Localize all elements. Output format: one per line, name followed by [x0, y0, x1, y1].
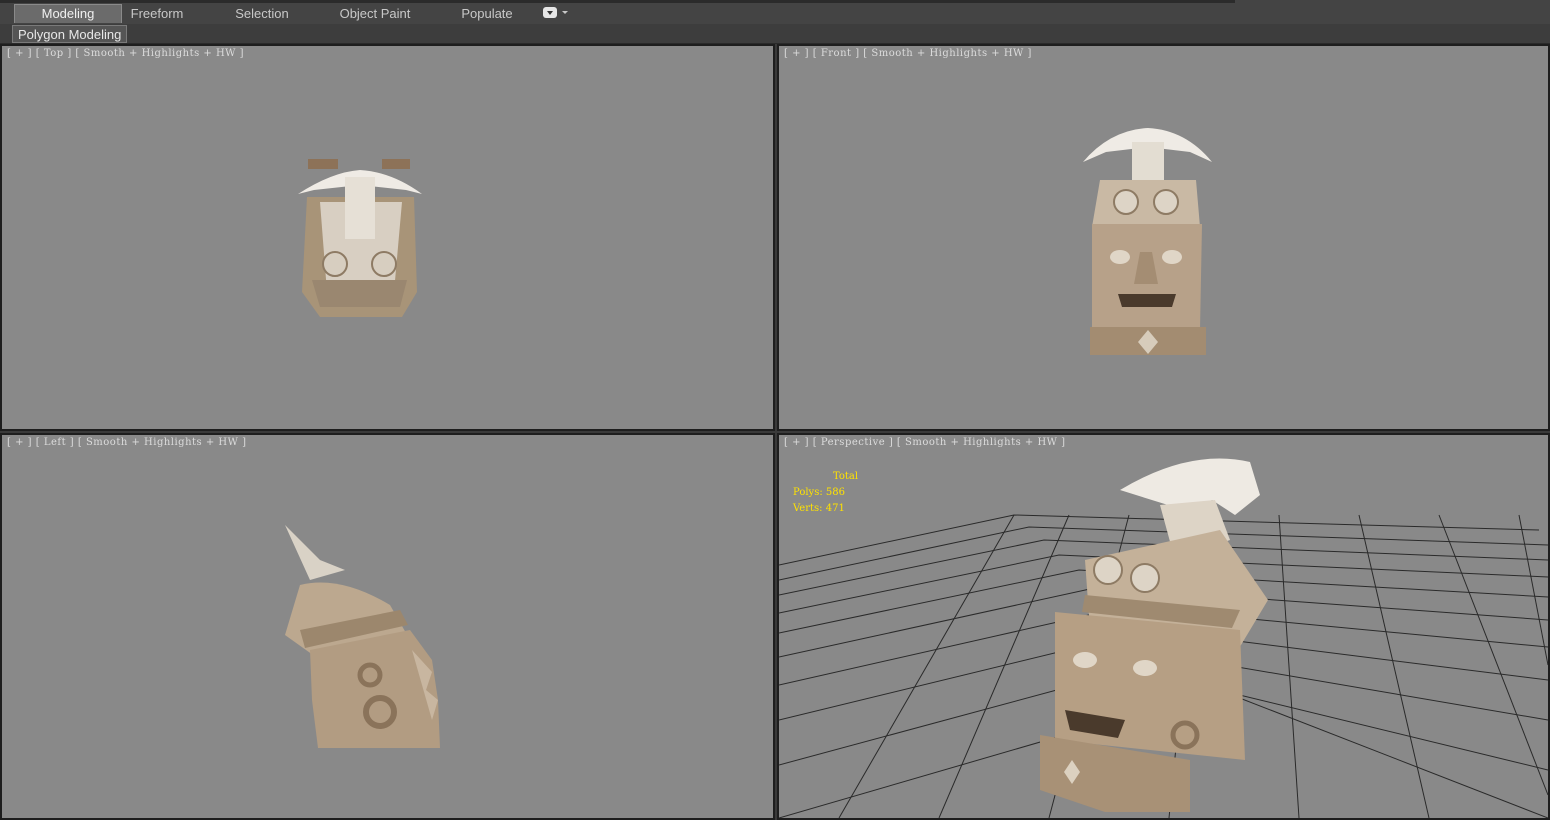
tab-populate[interactable]: Populate	[452, 4, 522, 23]
tab-object-paint[interactable]: Object Paint	[330, 4, 420, 23]
tab-modeling[interactable]: Modeling	[14, 4, 122, 23]
statue-head-left-view	[285, 525, 440, 748]
ribbon-toggle-icon	[543, 7, 557, 18]
ornament-left-persp	[1093, 555, 1123, 585]
viewport-pov-label[interactable]: Perspective	[821, 437, 885, 448]
ornament-right-front	[1153, 189, 1179, 215]
chevron-down-icon	[562, 11, 568, 14]
polygon-modeling-panel-toggle[interactable]: Polygon Modeling	[12, 25, 128, 43]
ribbon-tab-bar: Modeling Freeform Selection Object Paint…	[0, 0, 1550, 24]
headband-top	[312, 280, 407, 307]
ribbon: Modeling Freeform Selection Object Paint…	[0, 0, 1550, 44]
eye-left-front	[1110, 250, 1130, 264]
stats-polys-label: Polys:	[793, 487, 823, 498]
stats-verts-label: Verts:	[793, 503, 823, 514]
ornament-left	[322, 251, 348, 277]
ribbon-top-line	[0, 0, 1235, 3]
top-view-model	[298, 159, 422, 317]
left-view-model	[285, 525, 440, 748]
ribbon-options-dropdown[interactable]	[543, 7, 569, 19]
front-view-model	[1083, 128, 1212, 355]
viewport-perspective[interactable]: [ + ] [ Perspective ] [ Smooth + Highlig…	[777, 433, 1550, 820]
viewport-left[interactable]: [ + ] [ Left ] [ Smooth + Highlights + H…	[0, 433, 775, 820]
headdress-corner-right	[382, 159, 410, 169]
statue-head-top-view	[298, 159, 422, 317]
stats-polys-row: Polys: 586	[793, 485, 858, 501]
viewport-menu-plus[interactable]: +	[792, 437, 801, 448]
crest-spine-top	[345, 177, 375, 239]
eye-left-persp	[1073, 652, 1097, 668]
ribbon-panel-row: Polygon Modeling	[0, 24, 1550, 44]
statistics-overlay: Total Polys: 586 Verts: 471	[793, 469, 858, 517]
mouth-front	[1118, 294, 1176, 307]
ornament-left-front	[1113, 189, 1139, 215]
viewport-shading-label[interactable]: Smooth + Highlights + HW	[905, 437, 1057, 448]
statue-head-front-view	[1083, 128, 1212, 355]
headdress-front	[1092, 180, 1200, 227]
crest-side	[285, 525, 345, 580]
tab-selection[interactable]: Selection	[222, 4, 302, 23]
face-side	[310, 630, 440, 748]
stats-polys-value: 586	[825, 487, 845, 498]
statue-head-perspective	[1040, 458, 1268, 812]
eye-right-front	[1162, 250, 1182, 264]
perspective-view	[779, 458, 1548, 818]
ornament-right	[371, 251, 397, 277]
eye-right-persp	[1133, 660, 1157, 676]
viewport-front[interactable]: [ + ] [ Front ] [ Smooth + Highlights + …	[777, 44, 1550, 431]
headdress-corner-left	[308, 159, 338, 169]
tab-freeform[interactable]: Freeform	[118, 4, 196, 23]
viewport-label: [ + ] [ Perspective ] [ Smooth + Highlig…	[784, 437, 1066, 448]
viewport-top[interactable]: [ + ] [ Top ] [ Smooth + Highlights + HW…	[0, 44, 775, 431]
stats-verts-value: 471	[825, 503, 845, 514]
stats-verts-row: Verts: 471	[793, 501, 858, 517]
face-persp	[1055, 612, 1245, 760]
stats-total-label: Total	[833, 471, 859, 482]
ornament-right-persp	[1130, 563, 1160, 593]
